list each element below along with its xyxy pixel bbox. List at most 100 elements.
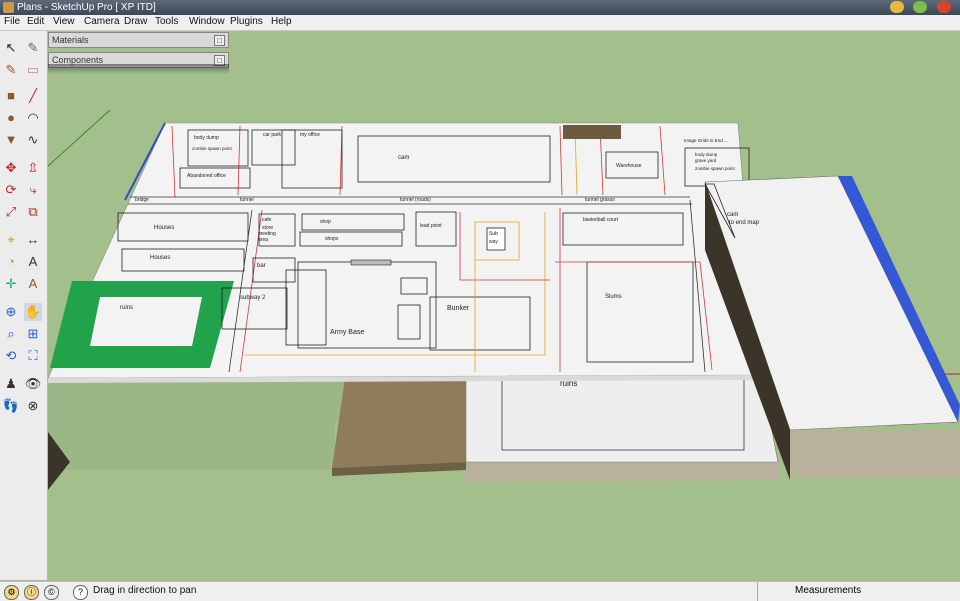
- zoom-extents-icon[interactable]: ⛶: [24, 347, 42, 365]
- tape-measure-icon[interactable]: ⌖: [2, 231, 20, 249]
- ruins-slab: [465, 369, 779, 463]
- cam2-label: cam: [727, 212, 738, 218]
- car-park-label: car park: [263, 132, 282, 138]
- bar-label: bar: [257, 263, 266, 269]
- dirt-chip: [563, 125, 621, 139]
- rotate-tool-icon[interactable]: ⟳: [2, 181, 20, 199]
- way-label: way: [489, 239, 498, 245]
- freehand-tool-icon[interactable]: ∿: [24, 131, 42, 149]
- walk-tool-icon[interactable]: 👣: [2, 397, 20, 415]
- tunnel-roads-label: tunnel (roads): [400, 197, 431, 203]
- cafe-note-label: Image Grids to End ...: [684, 138, 728, 143]
- sub-label: Sub: [489, 231, 498, 237]
- make-component-icon[interactable]: ✎: [24, 39, 42, 57]
- menu-edit[interactable]: Edit: [27, 16, 44, 27]
- shop-label: shop: [320, 219, 331, 225]
- position-camera-icon[interactable]: ♟: [2, 375, 20, 393]
- circle-tool-icon[interactable]: ●: [2, 109, 20, 127]
- menu-view[interactable]: View: [53, 16, 75, 27]
- menu-draw[interactable]: Draw: [124, 16, 147, 27]
- select-tool-icon[interactable]: ↖: [2, 39, 20, 57]
- scale-tool-icon[interactable]: ⤢: [2, 203, 20, 221]
- model-scene: ruins body dump zombie spawn point Aband…: [48, 31, 960, 580]
- title-bar: Plans - SketchUp Pro [ XP ITD]: [0, 0, 960, 15]
- materials-collapse-button[interactable]: □: [214, 35, 225, 46]
- zoom-window-icon[interactable]: ⊞: [24, 325, 42, 343]
- menu-bar: File Edit View Camera Draw Tools Window …: [0, 15, 960, 31]
- menu-help[interactable]: Help: [271, 16, 292, 27]
- ruins-green-inner: [90, 297, 202, 346]
- houses1-label: Houses: [154, 225, 174, 231]
- body-dump-label: body dump: [194, 135, 219, 141]
- status-bar: ⚙ ⓘ © ? Drag in direction to pan Measure…: [0, 581, 960, 601]
- rectangle-tool-icon[interactable]: ■: [2, 87, 20, 105]
- slums-label: Slums: [605, 294, 622, 300]
- section-plane-icon[interactable]: ⊗: [24, 397, 42, 415]
- sign-in-icon[interactable]: ©: [44, 585, 59, 600]
- cafe-label: cafe: [262, 217, 272, 223]
- army-base-label: Army Base: [330, 329, 364, 336]
- lead-point-label: lead point: [420, 223, 442, 229]
- tunnel-grasss-label: tunnel grasss: [585, 197, 615, 203]
- minimize-button[interactable]: [890, 1, 904, 13]
- maximize-button[interactable]: [913, 1, 927, 13]
- menu-plugins[interactable]: Plugins: [230, 16, 263, 27]
- stone-base-right: [790, 430, 960, 478]
- orbit-tool-icon[interactable]: ⊕: [2, 303, 20, 321]
- cam-label: cam: [398, 155, 409, 161]
- panel-shadow: [48, 64, 229, 74]
- measurements-box[interactable]: Measurements: [757, 582, 960, 601]
- basketball-label: basketball court: [583, 217, 619, 223]
- zombie-spawn2-label: zombie spawn point: [695, 166, 736, 171]
- menu-window[interactable]: Window: [189, 16, 225, 27]
- body-dump2-label: body dump: [695, 152, 718, 157]
- follow-me-tool-icon[interactable]: ⤷: [24, 181, 42, 199]
- sketchup-app-icon: [3, 2, 14, 13]
- my-office-label: my office: [300, 132, 320, 138]
- offset-tool-icon[interactable]: ⧉: [24, 203, 42, 221]
- window-title: Plans - SketchUp Pro [ XP ITD]: [17, 2, 156, 13]
- close-button[interactable]: [937, 1, 951, 13]
- subway2-label: subway 2: [240, 295, 266, 301]
- ruins-green-label: ruins: [120, 305, 133, 311]
- materials-title: Materials: [52, 35, 89, 45]
- tunnel-label: tunnel: [240, 197, 254, 203]
- geo-location-icon[interactable]: ⚙: [4, 585, 19, 600]
- status-hint: Drag in direction to pan: [93, 585, 197, 596]
- menu-tools[interactable]: Tools: [155, 16, 178, 27]
- menu-file[interactable]: File: [4, 16, 20, 27]
- 3d-text-tool-icon[interactable]: A: [24, 275, 42, 293]
- menu-camera[interactable]: Camera: [84, 16, 120, 27]
- warehouse-label: Warehouse: [616, 163, 642, 169]
- measurements-label: Measurements: [795, 585, 862, 596]
- area-label: area: [258, 237, 268, 243]
- arc-tool-icon[interactable]: ◠: [24, 109, 42, 127]
- large-tool-set: ↖ ✎ ✎ ▭ ■ ╱ ● ◠ ▼ ∿ ✥ ⇫ ⟳ ⤷ ⤢ ⧉ ⌖ ↔ ◔ A …: [0, 31, 48, 580]
- line-tool-icon[interactable]: ╱: [24, 87, 42, 105]
- paint-bucket-icon[interactable]: ✎: [2, 61, 20, 79]
- drawing-viewport[interactable]: ruins body dump zombie spawn point Aband…: [48, 31, 960, 580]
- credits-icon[interactable]: ⓘ: [24, 585, 39, 600]
- grave-yard-label: grave yard: [695, 158, 717, 163]
- houses2-label: Houses: [150, 255, 170, 261]
- protractor-tool-icon[interactable]: ◔: [2, 253, 20, 271]
- dirt-block: [332, 372, 466, 468]
- push-pull-tool-icon[interactable]: ⇫: [24, 159, 42, 177]
- dimension-tool-icon[interactable]: ↔: [24, 231, 42, 249]
- instructor-help-icon[interactable]: ?: [73, 585, 88, 600]
- materials-panel[interactable]: Materials □: [48, 32, 229, 48]
- zoom-tool-icon[interactable]: ⌕: [2, 325, 20, 343]
- eraser-icon[interactable]: ▭: [24, 61, 42, 79]
- zombie-spawn-label: zombie spawn point: [192, 146, 233, 151]
- bunker-label: Bunker: [447, 305, 470, 312]
- polygon-tool-icon[interactable]: ▼: [2, 131, 20, 149]
- to-end-map-label: to end map: [729, 220, 760, 226]
- axes-tool-icon[interactable]: ✛: [2, 275, 20, 293]
- look-around-icon[interactable]: 👁: [24, 375, 42, 393]
- abandoned-office-label: Abandoned office: [187, 173, 226, 179]
- previous-view-icon[interactable]: ⟲: [2, 347, 20, 365]
- text-tool-icon[interactable]: A: [24, 253, 42, 271]
- pan-tool-icon[interactable]: ✋: [24, 303, 42, 321]
- bridge-label: bridge: [135, 197, 149, 203]
- move-tool-icon[interactable]: ✥: [2, 159, 20, 177]
